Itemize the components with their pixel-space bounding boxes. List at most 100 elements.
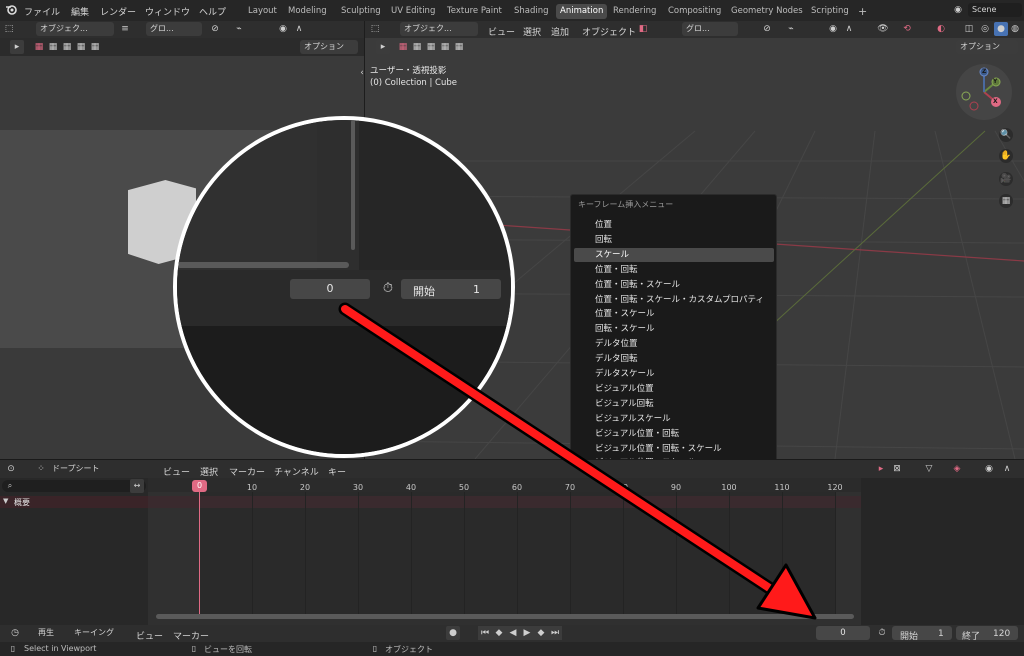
xray-icon[interactable]: ◫ [962, 22, 976, 36]
add-workspace-button[interactable]: + [854, 4, 871, 19]
dopesheet-menu-channel[interactable]: チャンネル [274, 465, 319, 478]
timeline-menu-view[interactable]: ビュー [136, 629, 163, 642]
select-extend-icon[interactable]: ▦ [46, 40, 60, 54]
play-icon[interactable]: ▶ [520, 626, 534, 640]
keyframe-menu-item[interactable]: 回転 [574, 233, 774, 247]
keyframe-menu-item[interactable]: デルタスケール [574, 367, 774, 381]
dopesheet-menu-marker[interactable]: マーカー [229, 465, 265, 478]
callout-scrollbar-vertical[interactable] [351, 120, 355, 250]
keyframe-menu-item[interactable]: 位置・回転・スケール [574, 278, 774, 292]
sync-icon[interactable]: ◈ [950, 462, 964, 476]
select-box-icon[interactable]: ▦ [396, 40, 410, 54]
editor-type-icon[interactable]: ⬚ [368, 22, 382, 36]
dopesheet-menu-select[interactable]: 選択 [200, 465, 218, 478]
dopesheet-mode-selector[interactable]: ドープシート [48, 462, 156, 476]
left-orientation-selector[interactable]: グロ... [146, 22, 202, 36]
swap-icon[interactable]: ↔ [130, 479, 144, 493]
shading-wire-icon[interactable]: ◎ [978, 22, 992, 36]
snap-icon[interactable]: ⌁ [232, 22, 246, 36]
keyframe-menu-item[interactable]: ビジュアルスケール [574, 412, 774, 426]
filter-icon[interactable]: ▽ [922, 462, 936, 476]
menu-select[interactable]: 選択 [523, 25, 541, 38]
hamburger-icon[interactable]: ≡ [118, 22, 132, 36]
keyframe-menu-item[interactable]: 位置 [574, 218, 774, 232]
proportional-icon[interactable]: ◉ [982, 462, 996, 476]
keyframe-menu-item[interactable]: デルタ回転 [574, 352, 774, 366]
dopesheet-scrollbar[interactable] [156, 614, 854, 619]
callout-stopwatch-icon[interactable]: ⏱ [379, 280, 397, 298]
tab-animation[interactable]: Animation [556, 4, 608, 19]
editor-type-icon[interactable]: ⬚ [2, 22, 16, 36]
visibility-icon[interactable]: 👁 [876, 22, 890, 36]
select-subtract-icon[interactable]: ▦ [60, 40, 74, 54]
falloff-icon[interactable]: ∧ [292, 22, 306, 36]
snap-icon[interactable]: ⌁ [784, 22, 798, 36]
show-errors-icon[interactable]: ⊠ [890, 462, 904, 476]
select-tool-icon[interactable]: ▸ [376, 40, 390, 54]
scene-icon[interactable]: ◉ [951, 3, 965, 17]
timeline-menu-marker[interactable]: マーカー [173, 629, 209, 642]
tab-rendering[interactable]: Rendering [609, 4, 660, 19]
pivot-icon[interactable]: ⊘ [760, 22, 774, 36]
overlay-toggle-icon[interactable]: ◐ [934, 22, 948, 36]
menu-object[interactable]: オブジェクト [582, 25, 636, 38]
proportional-icon[interactable]: ◉ [276, 22, 290, 36]
playback-menu[interactable]: 再生 [34, 626, 58, 640]
select-tool-icon[interactable]: ▸ [10, 40, 24, 54]
editor-type-icon[interactable]: ⊙ [4, 462, 18, 476]
dopesheet-menu-view[interactable]: ビュー [163, 465, 190, 478]
stopwatch-icon[interactable]: ⏱ [875, 626, 889, 640]
gizmo-toggle-icon[interactable]: ⟲ [900, 22, 914, 36]
jump-start-icon[interactable]: ⏮ [478, 626, 492, 640]
keyframe-menu-item[interactable]: 位置・回転・スケール・カスタムプロパティ [574, 293, 774, 307]
tab-shading[interactable]: Shading [510, 4, 553, 19]
select-extend-icon[interactable]: ▦ [410, 40, 424, 54]
camera-icon[interactable]: 🎥 [999, 172, 1013, 186]
zoom-icon[interactable]: 🔍 [999, 128, 1013, 142]
keyframe-menu-item[interactable]: ビジュアル位置・回転 [574, 427, 774, 441]
prev-keyframe-icon[interactable]: ◆ [492, 626, 506, 640]
callout-scrollbar-horizontal[interactable] [177, 262, 349, 268]
tab-modeling[interactable]: Modeling [284, 4, 331, 19]
left-mode-selector[interactable]: オブジェク... [36, 22, 114, 36]
falloff-icon[interactable]: ∧ [842, 22, 856, 36]
shading-material-icon[interactable]: ◍ [1008, 22, 1022, 36]
right-orientation-selector[interactable]: グロ... [682, 22, 738, 36]
dopesheet-menu-key[interactable]: キー [328, 465, 346, 478]
current-frame-field[interactable]: 0 [816, 626, 870, 640]
menu-edit[interactable]: 編集 [71, 5, 89, 18]
keyframe-menu-item[interactable]: デルタ位置 [574, 337, 774, 351]
record-icon[interactable]: ● [446, 626, 460, 640]
keyframe-menu-item[interactable]: 回転・スケール [574, 322, 774, 336]
menu-help[interactable]: ヘルプ [199, 5, 226, 18]
select-invert-icon[interactable]: ▦ [74, 40, 88, 54]
next-keyframe-icon[interactable]: ◆ [534, 626, 548, 640]
tab-sculpting[interactable]: Sculpting [337, 4, 385, 19]
play-reverse-icon[interactable]: ◀ [506, 626, 520, 640]
proportional-icon[interactable]: ◉ [826, 22, 840, 36]
select-invert-icon[interactable]: ▦ [438, 40, 452, 54]
keying-menu[interactable]: キーイング [70, 626, 118, 640]
menu-window[interactable]: ウィンドウ [145, 5, 190, 18]
tab-scripting[interactable]: Scripting [807, 4, 853, 19]
select-subtract-icon[interactable]: ▦ [424, 40, 438, 54]
only-selected-icon[interactable]: ▸ [874, 462, 888, 476]
blender-logo-icon[interactable] [4, 3, 18, 17]
keyframe-menu-item[interactable]: ビジュアル回転 [574, 397, 774, 411]
keyframe-auto-icon[interactable]: ◧ [636, 22, 650, 36]
tab-compositing[interactable]: Compositing [664, 4, 725, 19]
select-intersect-icon[interactable]: ▦ [452, 40, 466, 54]
callout-frame-field[interactable]: 0 [290, 279, 370, 299]
menu-add[interactable]: 追加 [551, 25, 569, 38]
right-options-button[interactable]: オプション [956, 40, 1018, 54]
menu-view[interactable]: ビュー [488, 25, 515, 38]
channel-search-input[interactable] [2, 480, 146, 492]
select-box-icon[interactable]: ▦ [32, 40, 46, 54]
keyframe-menu-item[interactable]: 位置・回転 [574, 263, 774, 277]
jump-end-icon[interactable]: ⏭ [548, 626, 562, 640]
select-intersect-icon[interactable]: ▦ [88, 40, 102, 54]
left-options-button[interactable]: オプション [300, 40, 358, 54]
pan-hand-icon[interactable]: ✋ [999, 149, 1013, 163]
menu-file[interactable]: ファイル [24, 5, 60, 18]
keyframe-menu-item[interactable]: 位置・スケール [574, 307, 774, 321]
